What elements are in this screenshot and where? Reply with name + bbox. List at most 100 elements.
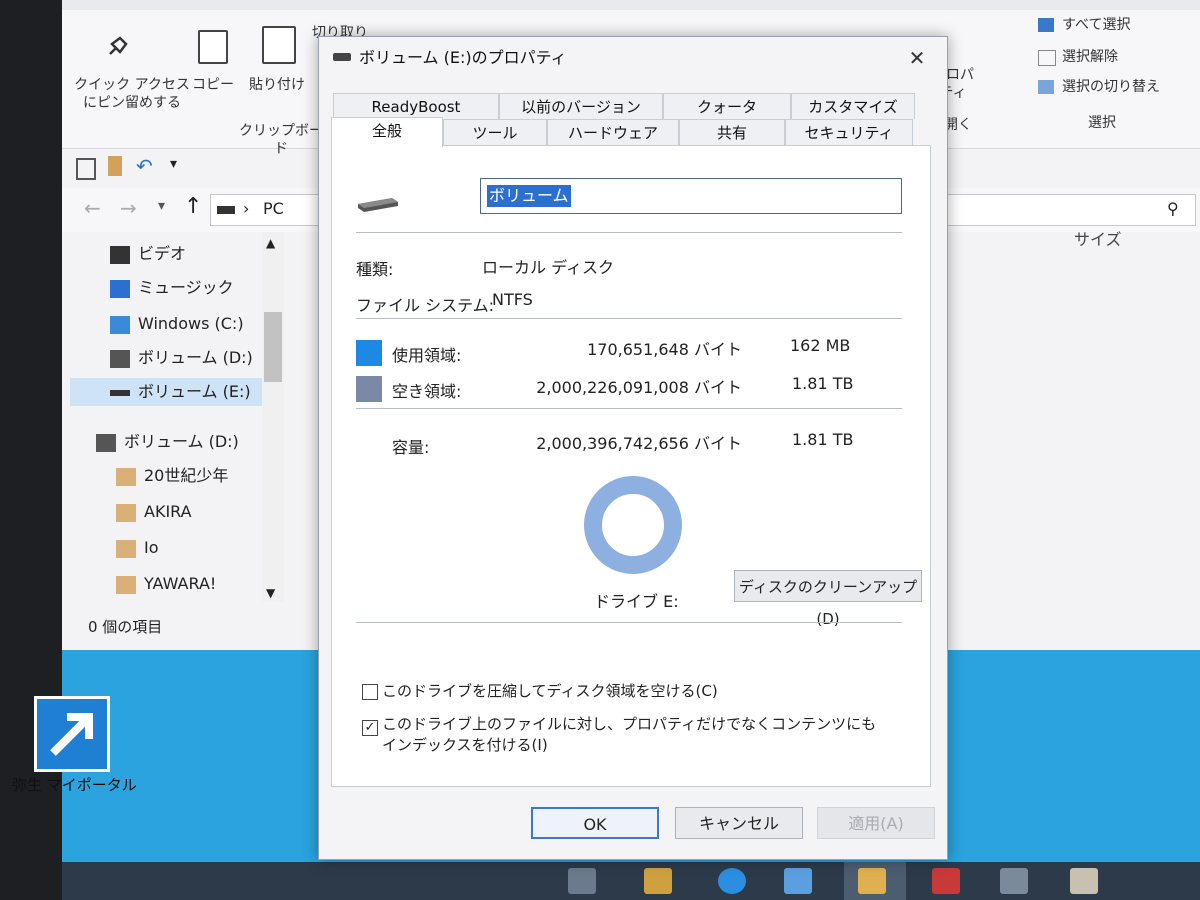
free-space-swatch [356, 376, 382, 402]
paste-icon[interactable] [262, 26, 296, 64]
app-icon-light[interactable] [1070, 868, 1098, 894]
disk-usage-donut [584, 476, 682, 574]
close-icon[interactable]: ✕ [899, 43, 935, 73]
properties-dialog: ボリューム (E:)のプロパティ ✕ ボリューム 種類: ローカル ディスク フ… [318, 36, 948, 860]
tab-2-row1[interactable]: クォータ [663, 93, 791, 119]
taskbar [62, 862, 1200, 900]
paste-button[interactable]: 貼り付け [242, 76, 312, 94]
app-icon[interactable] [644, 868, 672, 894]
tree-item-label: ボリューム (D:) [124, 432, 239, 451]
tab-2-row2[interactable]: ハードウェア [547, 119, 679, 145]
back-arrow-icon[interactable]: ← [84, 196, 101, 220]
video-icon [110, 245, 130, 264]
tree-item[interactable]: ビデオ [110, 240, 186, 268]
cancel-button[interactable]: キャンセル [675, 807, 803, 839]
scroll-thumb[interactable] [264, 312, 282, 382]
tree-item[interactable]: ミュージック [110, 274, 234, 302]
tab-4-row2[interactable]: セキュリティ [785, 119, 913, 145]
edge-icon[interactable] [718, 868, 746, 894]
scroll-down-icon[interactable]: ▼ [266, 586, 275, 600]
breadcrumb-pc[interactable]: PC [263, 199, 284, 218]
used-space-swatch [356, 340, 382, 366]
search-icon: ⚲ [1167, 199, 1179, 218]
dialog-title: ボリューム (E:)のプロパティ [359, 48, 567, 67]
music-icon [110, 279, 130, 298]
tree-item-label: YAWARA! [144, 574, 217, 593]
select-group-label: 選択 [1088, 115, 1116, 131]
pin-quick-access-label[interactable]: クイック アクセス にピン留めする [72, 76, 192, 112]
divider [356, 232, 902, 233]
breadcrumb-separator: › [243, 199, 250, 218]
search-input[interactable]: ⚲ [932, 194, 1196, 226]
tree-item[interactable]: ボリューム (D:) [96, 428, 239, 456]
file-system-value: NTFS [492, 290, 533, 309]
tree-item[interactable]: Windows (C:) [110, 310, 244, 338]
compress-checkbox[interactable] [362, 684, 378, 700]
folder-icon [116, 539, 136, 558]
address-bar[interactable]: › PC [210, 194, 322, 226]
capacity-bytes: 2,000,396,742,656 バイト [536, 434, 742, 453]
type-value: ローカル ディスク [482, 258, 614, 277]
recent-locations-icon[interactable]: ▾ [158, 198, 165, 214]
compress-label[interactable]: このドライブを圧縮してディスク領域を空ける(C) [382, 680, 718, 701]
qat-dropdown-icon[interactable]: ▾ [170, 156, 177, 172]
copy-icon[interactable] [198, 30, 228, 64]
folder-icon [116, 503, 136, 522]
index-checkbox[interactable]: ✓ [362, 720, 378, 736]
tree-item[interactable]: ボリューム (D:) [110, 344, 253, 372]
tab-3-row2[interactable]: 共有 [679, 119, 785, 145]
index-label[interactable]: このドライブ上のファイルに対し、プロパティだけでなくコンテンツにもインデックスを… [382, 714, 882, 756]
forward-arrow-icon[interactable]: → [120, 196, 137, 220]
apply-button[interactable]: 適用(A) [817, 807, 935, 839]
select-none-button[interactable]: 選択解除 [1062, 48, 1118, 66]
tree-item-label: ボリューム (D:) [138, 348, 253, 367]
file-explorer-taskbar-icon[interactable] [858, 868, 886, 894]
properties-qat-icon[interactable] [76, 158, 96, 180]
drive-letter-label: ドライブ E: [594, 592, 679, 611]
scroll-up-icon[interactable]: ▲ [266, 236, 275, 250]
task-view-icon[interactable] [568, 868, 596, 894]
folder-icon [116, 575, 136, 594]
tree-item[interactable]: AKIRA [116, 498, 192, 526]
tab-1-row1[interactable]: 以前のバージョン [499, 93, 663, 119]
tree-item[interactable]: ボリューム (E:) [70, 378, 262, 406]
tree-item[interactable]: 20世紀少年 [116, 462, 228, 490]
pc-drive-icon [217, 206, 235, 214]
yayoi-portal-shortcut-label[interactable]: 弥生 マイポータル [12, 774, 137, 795]
ie-icon[interactable] [784, 868, 812, 894]
column-header-size[interactable]: サイズ [1074, 226, 1122, 250]
folder-icon [116, 467, 136, 486]
undo-icon[interactable]: ↶ [136, 154, 153, 178]
copy-button[interactable]: コピー [186, 76, 240, 94]
sd-card-icon [110, 349, 130, 368]
volume-name-input[interactable]: ボリューム [480, 178, 902, 214]
used-space-size: 162 MB [790, 336, 851, 355]
tree-item-label: 20世紀少年 [144, 466, 229, 485]
up-arrow-icon[interactable]: ↑ [184, 194, 202, 219]
tree-item-label: Io [144, 538, 159, 557]
tree-scrollbar[interactable]: ▲ ▼ [262, 232, 284, 602]
tab-3-row1[interactable]: カスタマイズ [791, 93, 915, 119]
free-space-size: 1.81 TB [792, 374, 854, 393]
tree-item-label: AKIRA [144, 502, 192, 521]
yayoi-portal-shortcut-icon[interactable] [34, 696, 110, 772]
disk-cleanup-button[interactable]: ディスクのクリーンアップ(D) [734, 570, 922, 628]
select-all-button[interactable]: すべて選択 [1062, 16, 1130, 34]
app-icon-gray[interactable] [1000, 868, 1028, 894]
sd-card-icon [96, 433, 116, 452]
folder-qat-icon[interactable] [108, 156, 122, 176]
tab-0-row1[interactable]: ReadyBoost [333, 93, 499, 119]
volume-name-value: ボリューム [487, 185, 571, 207]
tree-item[interactable]: Io [116, 534, 159, 562]
tree-item-label: ミュージック [138, 278, 234, 297]
pin-icon[interactable] [102, 32, 132, 62]
ok-button[interactable]: OK [531, 807, 659, 839]
status-bar-item-count: 0 個の項目 [88, 618, 163, 636]
tab-general[interactable]: 全般 [331, 117, 443, 147]
tab-1-row2[interactable]: ツール [443, 119, 547, 145]
tree-item-label: ボリューム (E:) [138, 382, 251, 401]
invert-selection-button[interactable]: 選択の切り替え [1062, 78, 1160, 96]
tree-item[interactable]: YAWARA! [116, 570, 216, 598]
app-icon-red[interactable] [932, 868, 960, 894]
divider [356, 408, 902, 409]
